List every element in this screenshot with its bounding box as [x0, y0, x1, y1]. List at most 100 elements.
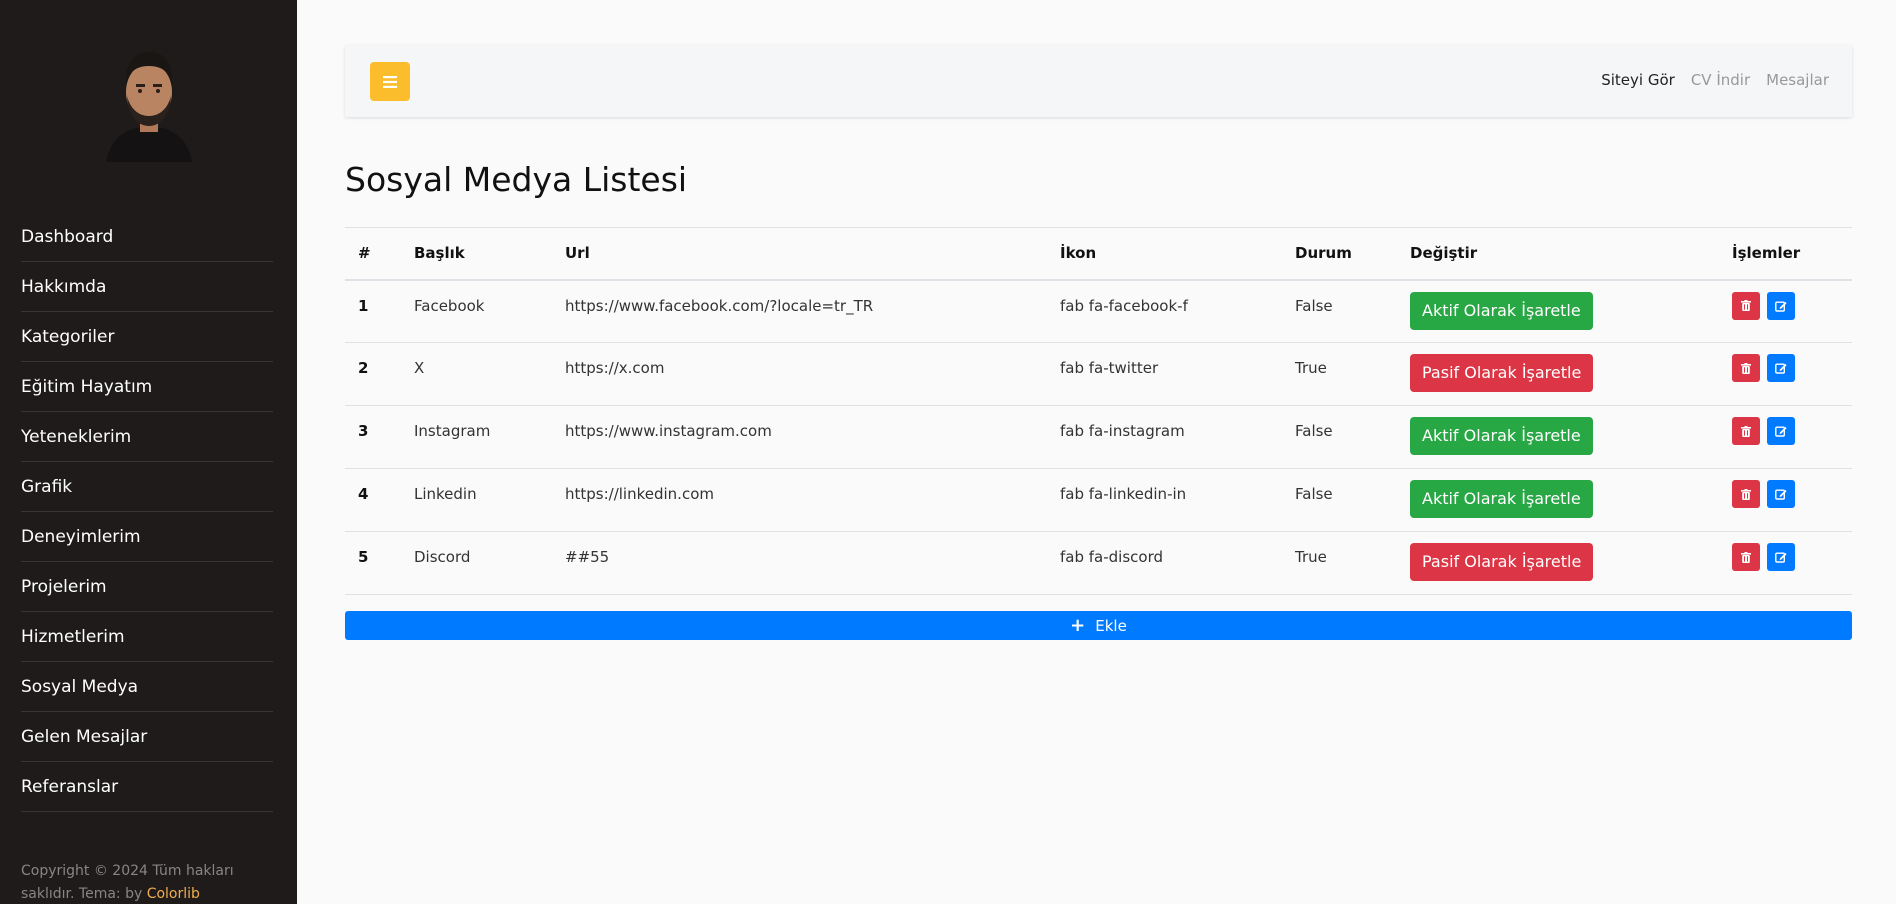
sidebar-item-services[interactable]: Hizmetlerim [21, 612, 273, 662]
row-icon-class: fab fa-facebook-f [1047, 279, 1282, 343]
table-row: 3 Instagram https://www.instagram.com fa… [345, 405, 1852, 469]
column-header-url: Url [552, 227, 1047, 281]
sidebar-toggle-button[interactable] [370, 62, 410, 101]
view-site-link[interactable]: Siteyi Gör [1601, 71, 1675, 89]
colorlib-link[interactable]: Colorlib [147, 886, 200, 902]
copyright-text: Copyright © 2024 Tüm hakları saklıdır. T… [21, 863, 234, 902]
row-number: 1 [345, 279, 401, 343]
column-header-title: Başlık [401, 227, 552, 281]
edit-button[interactable] [1766, 480, 1795, 508]
trash-icon [1741, 551, 1751, 563]
social-media-table: # Başlık Url İkon Durum Değiştir İşlemle… [345, 227, 1852, 595]
sidebar-item-label: Kategoriler [21, 326, 115, 347]
sidebar: Dashboard Hakkımda Kategoriler Eğitim Ha… [0, 0, 297, 904]
sidebar-item-about[interactable]: Hakkımda [21, 262, 273, 312]
edit-icon [1774, 426, 1787, 437]
column-header-toggle: Değiştir [1397, 227, 1719, 281]
column-header-number: # [345, 227, 401, 281]
add-button[interactable]: + Ekle [345, 611, 1852, 640]
row-actions [1719, 342, 1852, 406]
row-status: True [1282, 531, 1397, 595]
row-number: 5 [345, 531, 401, 595]
row-icon-class: fab fa-linkedin-in [1047, 468, 1282, 532]
sidebar-item-social-media[interactable]: Sosyal Medya [21, 662, 273, 712]
row-toggle-cell: Aktif Olarak İşaretle [1397, 279, 1719, 343]
add-button-label: Ekle [1095, 616, 1127, 635]
edit-icon [1774, 552, 1787, 563]
delete-button[interactable] [1732, 291, 1760, 320]
row-icon-class: fab fa-instagram [1047, 405, 1282, 469]
row-status: False [1282, 468, 1397, 532]
delete-button[interactable] [1732, 354, 1760, 382]
sidebar-item-categories[interactable]: Kategoriler [21, 312, 273, 362]
sidebar-item-label: Deneyimlerim [21, 526, 141, 547]
row-number: 3 [345, 405, 401, 469]
table-header-row: # Başlık Url İkon Durum Değiştir İşlemle… [345, 227, 1852, 281]
download-cv-link[interactable]: CV İndir [1691, 71, 1750, 89]
edit-button[interactable] [1766, 354, 1795, 382]
sidebar-item-experiences[interactable]: Deneyimlerim [21, 512, 273, 562]
sidebar-item-chart[interactable]: Grafik [21, 462, 273, 512]
row-toggle-cell: Pasif Olarak İşaretle [1397, 531, 1719, 595]
sidebar-item-education[interactable]: Eğitim Hayatım [21, 362, 273, 412]
row-number: 4 [345, 468, 401, 532]
mark-active-button[interactable]: Aktif Olarak İşaretle [1410, 291, 1593, 330]
table-row: 5 Discord ##55 fab fa-discord True Pasif… [345, 531, 1852, 595]
plus-icon: + [1070, 614, 1086, 636]
delete-button[interactable] [1732, 543, 1760, 571]
mark-active-button[interactable]: Aktif Olarak İşaretle [1410, 417, 1593, 455]
profile-avatar [106, 52, 192, 162]
edit-button[interactable] [1766, 543, 1795, 571]
row-status: False [1282, 279, 1397, 343]
row-title: X [401, 342, 552, 406]
row-icon-class: fab fa-discord [1047, 531, 1282, 595]
sidebar-item-label: Gelen Mesajlar [21, 726, 148, 747]
mark-passive-button[interactable]: Pasif Olarak İşaretle [1410, 354, 1594, 392]
sidebar-item-references[interactable]: Referanslar [21, 762, 273, 812]
row-toggle-cell: Aktif Olarak İşaretle [1397, 405, 1719, 469]
messages-link[interactable]: Mesajlar [1766, 71, 1829, 89]
sidebar-item-skills[interactable]: Yeteneklerim [21, 412, 273, 462]
row-number: 2 [345, 342, 401, 406]
sidebar-item-label: Yeteneklerim [21, 426, 132, 447]
column-header-status: Durum [1282, 227, 1397, 281]
column-header-actions: İşlemler [1719, 227, 1852, 281]
row-title: Instagram [401, 405, 552, 469]
sidebar-item-label: Hakkımda [21, 276, 107, 297]
trash-icon [1741, 362, 1751, 374]
edit-button[interactable] [1766, 291, 1795, 320]
mark-passive-button[interactable]: Pasif Olarak İşaretle [1410, 543, 1594, 581]
row-url: https://x.com [552, 342, 1047, 406]
row-status: False [1282, 405, 1397, 469]
row-actions [1719, 405, 1852, 469]
copyright: Copyright © 2024 Tüm hakları saklıdır. T… [21, 860, 251, 904]
trash-icon [1741, 488, 1751, 500]
trash-icon [1741, 425, 1751, 437]
sidebar-item-messages[interactable]: Gelen Mesajlar [21, 712, 273, 762]
sidebar-item-label: Grafik [21, 476, 73, 497]
sidebar-item-label: Dashboard [21, 226, 114, 247]
table-row: 2 X https://x.com fab fa-twitter True Pa… [345, 342, 1852, 406]
row-actions [1719, 468, 1852, 532]
edit-icon [1774, 301, 1787, 312]
row-url: https://linkedin.com [552, 468, 1047, 532]
mark-active-button[interactable]: Aktif Olarak İşaretle [1410, 480, 1593, 518]
edit-button[interactable] [1766, 417, 1795, 445]
edit-icon [1774, 489, 1787, 500]
table-row: 1 Facebook https://www.facebook.com/?loc… [345, 279, 1852, 343]
edit-icon [1774, 363, 1787, 374]
sidebar-item-projects[interactable]: Projelerim [21, 562, 273, 612]
delete-button[interactable] [1732, 417, 1760, 445]
row-actions [1719, 279, 1852, 343]
row-icon-class: fab fa-twitter [1047, 342, 1282, 406]
row-url: https://www.facebook.com/?locale=tr_TR [552, 279, 1047, 343]
row-url: ##55 [552, 531, 1047, 595]
row-toggle-cell: Pasif Olarak İşaretle [1397, 342, 1719, 406]
trash-icon [1741, 300, 1751, 311]
sidebar-item-dashboard[interactable]: Dashboard [21, 212, 273, 262]
sidebar-item-label: Referanslar [21, 776, 119, 797]
row-title: Discord [401, 531, 552, 595]
top-nav-links: Siteyi Gör CV İndir Mesajlar [1601, 71, 1829, 89]
sidebar-item-label: Eğitim Hayatım [21, 376, 153, 397]
delete-button[interactable] [1732, 480, 1760, 508]
